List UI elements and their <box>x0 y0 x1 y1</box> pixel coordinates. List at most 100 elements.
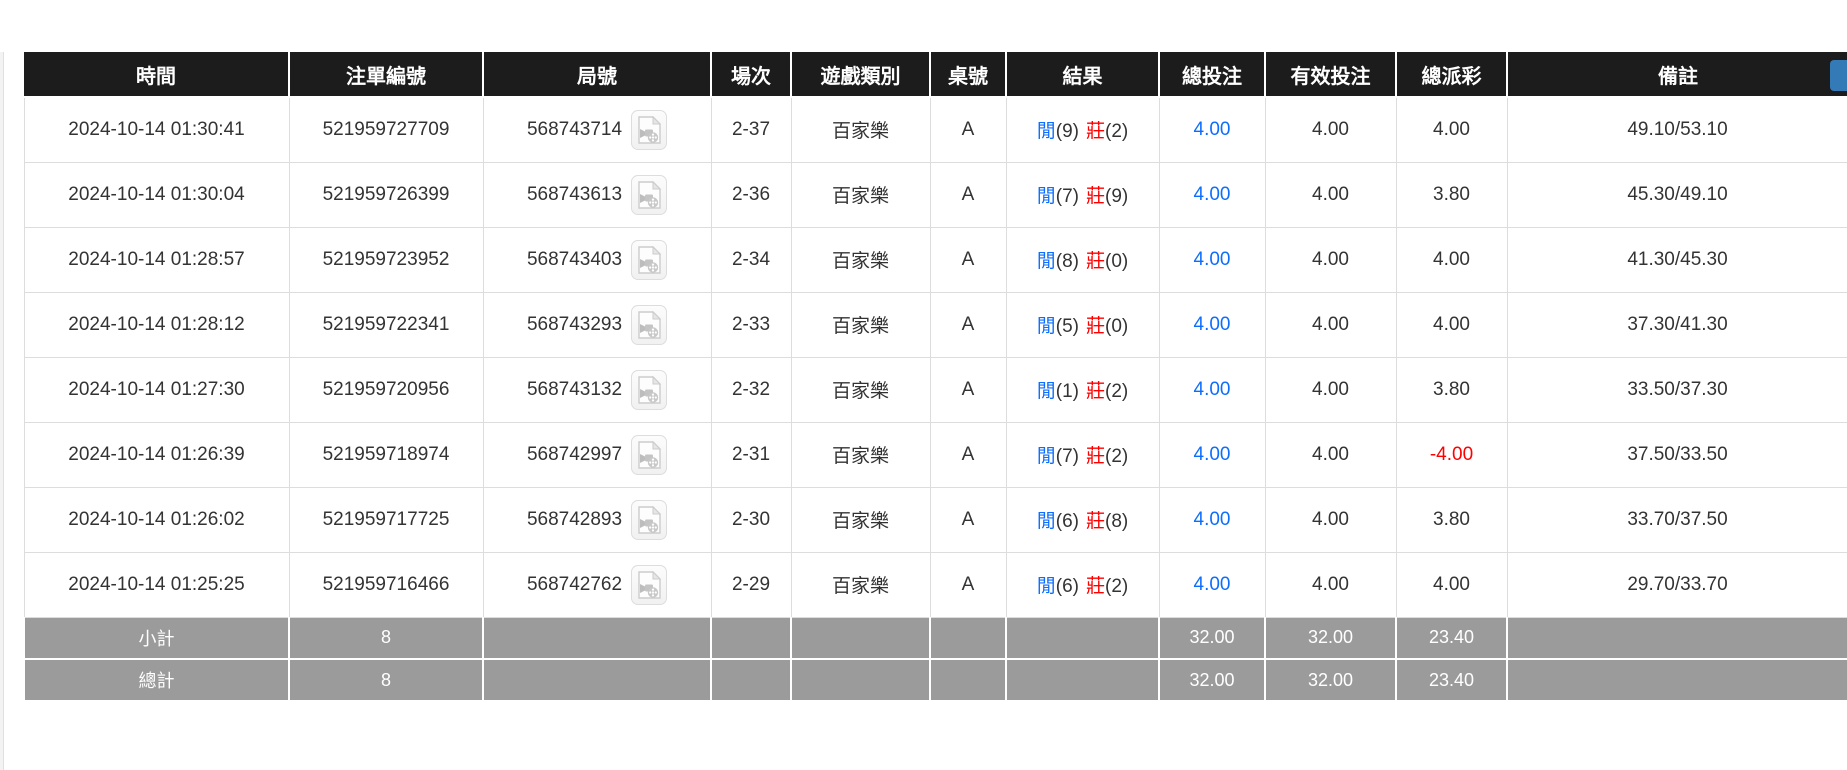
player-result-label: 閒 <box>1037 251 1056 272</box>
column-header-result: 結果 <box>1006 52 1159 97</box>
video-replay-button[interactable] <box>631 565 667 605</box>
session-cell: 2-33 <box>711 292 791 357</box>
column-header-total-payout: 總派彩 <box>1396 52 1507 97</box>
video-replay-button[interactable] <box>631 175 667 215</box>
game-type-cell: 百家樂 <box>791 292 930 357</box>
time-cell: 2024-10-14 01:25:25 <box>24 552 289 617</box>
video-replay-button[interactable] <box>631 435 667 475</box>
player-score: (1) <box>1056 381 1079 402</box>
total-bet-cell: 4.00 <box>1159 552 1265 617</box>
banker-result-label: 莊 <box>1086 316 1105 337</box>
top-right-button[interactable] <box>1830 60 1847 91</box>
total-bet-link[interactable]: 4.00 <box>1194 509 1231 530</box>
round-cell: 568743403 <box>483 227 711 292</box>
table-no-cell: A <box>930 97 1006 162</box>
remark-cell: 29.70/33.70 <box>1507 552 1847 617</box>
bet-id-cell: 521959720956 <box>289 357 483 422</box>
subtotal-empty-cell <box>1006 617 1159 659</box>
bet-id-cell: 521959716466 <box>289 552 483 617</box>
total-empty-cell <box>711 659 791 701</box>
total-payout-cell: 3.80 <box>1396 357 1507 422</box>
player-result-label: 閒 <box>1037 576 1056 597</box>
column-header-valid-bet: 有效投注 <box>1265 52 1396 97</box>
player-result-label: 閒 <box>1037 121 1056 142</box>
total-payout-cell: -4.00 <box>1396 422 1507 487</box>
bet-id-cell: 521959722341 <box>289 292 483 357</box>
total-bet-link[interactable]: 4.00 <box>1194 574 1231 595</box>
table-no-cell: A <box>930 422 1006 487</box>
video-replay-button[interactable] <box>631 110 667 150</box>
column-header-table-no: 桌號 <box>930 52 1006 97</box>
time-cell: 2024-10-14 01:27:30 <box>24 357 289 422</box>
game-type-cell: 百家樂 <box>791 227 930 292</box>
banker-result-label: 莊 <box>1086 251 1105 272</box>
player-result-label: 閒 <box>1037 446 1056 467</box>
banker-score: (2) <box>1105 576 1128 597</box>
total-bet-link[interactable]: 4.00 <box>1194 444 1231 465</box>
video-replay-button[interactable] <box>631 240 667 280</box>
bet-id-cell: 521959717725 <box>289 487 483 552</box>
column-header-remark: 備註 <box>1507 52 1847 97</box>
round-cell: 568742893 <box>483 487 711 552</box>
player-score: (6) <box>1056 576 1079 597</box>
total-payout-cell: 4.00 <box>1396 552 1507 617</box>
remark-cell: 37.50/33.50 <box>1507 422 1847 487</box>
total-bet-link[interactable]: 4.00 <box>1194 119 1231 140</box>
banker-score: (2) <box>1105 121 1128 142</box>
column-header-bet-id: 注單編號 <box>289 52 483 97</box>
valid-bet-cell: 4.00 <box>1265 357 1396 422</box>
subtotal-total-payout: 23.40 <box>1396 617 1507 659</box>
total-bet-link[interactable]: 4.00 <box>1194 314 1231 335</box>
total-payout-cell: 4.00 <box>1396 292 1507 357</box>
player-score: (9) <box>1056 121 1079 142</box>
bet-id-cell: 521959718974 <box>289 422 483 487</box>
subtotal-empty-cell <box>483 617 711 659</box>
round-cell: 568742762 <box>483 552 711 617</box>
total-valid-bet: 32.00 <box>1265 659 1396 701</box>
result-cell: 閒(5)莊(0) <box>1006 292 1159 357</box>
time-cell: 2024-10-14 01:26:39 <box>24 422 289 487</box>
total-bet-link[interactable]: 4.00 <box>1194 184 1231 205</box>
table-body: 2024-10-14 01:30:41 521959727709 5687437… <box>24 97 1847 617</box>
round-id: 568743403 <box>527 249 622 271</box>
total-empty-cell <box>1507 659 1847 701</box>
remark-cell: 41.30/45.30 <box>1507 227 1847 292</box>
table-no-cell: A <box>930 487 1006 552</box>
result-cell: 閒(8)莊(0) <box>1006 227 1159 292</box>
session-cell: 2-30 <box>711 487 791 552</box>
valid-bet-cell: 4.00 <box>1265 292 1396 357</box>
table-row: 2024-10-14 01:30:41 521959727709 5687437… <box>24 97 1847 162</box>
column-header-total-bet: 總投注 <box>1159 52 1265 97</box>
total-bet-cell: 4.00 <box>1159 422 1265 487</box>
bet-id-cell: 521959726399 <box>289 162 483 227</box>
result-cell: 閒(7)莊(2) <box>1006 422 1159 487</box>
total-payout-cell: 3.80 <box>1396 162 1507 227</box>
video-file-icon <box>637 246 661 274</box>
total-bet-link[interactable]: 4.00 <box>1194 379 1231 400</box>
total-empty-cell <box>483 659 711 701</box>
video-replay-button[interactable] <box>631 305 667 345</box>
time-cell: 2024-10-14 01:28:57 <box>24 227 289 292</box>
total-payout-cell: 4.00 <box>1396 227 1507 292</box>
game-type-cell: 百家樂 <box>791 162 930 227</box>
banker-score: (0) <box>1105 251 1128 272</box>
video-file-icon <box>637 311 661 339</box>
result-cell: 閒(7)莊(9) <box>1006 162 1159 227</box>
time-cell: 2024-10-14 01:30:41 <box>24 97 289 162</box>
total-bet-link[interactable]: 4.00 <box>1194 249 1231 270</box>
session-cell: 2-32 <box>711 357 791 422</box>
video-file-icon <box>637 506 661 534</box>
valid-bet-cell: 4.00 <box>1265 487 1396 552</box>
round-id: 568742762 <box>527 574 622 596</box>
video-file-icon <box>637 571 661 599</box>
round-id: 568743132 <box>527 379 622 401</box>
subtotal-empty-cell <box>930 617 1006 659</box>
result-cell: 閒(9)莊(2) <box>1006 97 1159 162</box>
video-replay-button[interactable] <box>631 370 667 410</box>
session-cell: 2-34 <box>711 227 791 292</box>
table-no-cell: A <box>930 227 1006 292</box>
player-result-label: 閒 <box>1037 186 1056 207</box>
table-row: 2024-10-14 01:27:30 521959720956 5687431… <box>24 357 1847 422</box>
video-replay-button[interactable] <box>631 500 667 540</box>
bet-id-cell: 521959727709 <box>289 97 483 162</box>
